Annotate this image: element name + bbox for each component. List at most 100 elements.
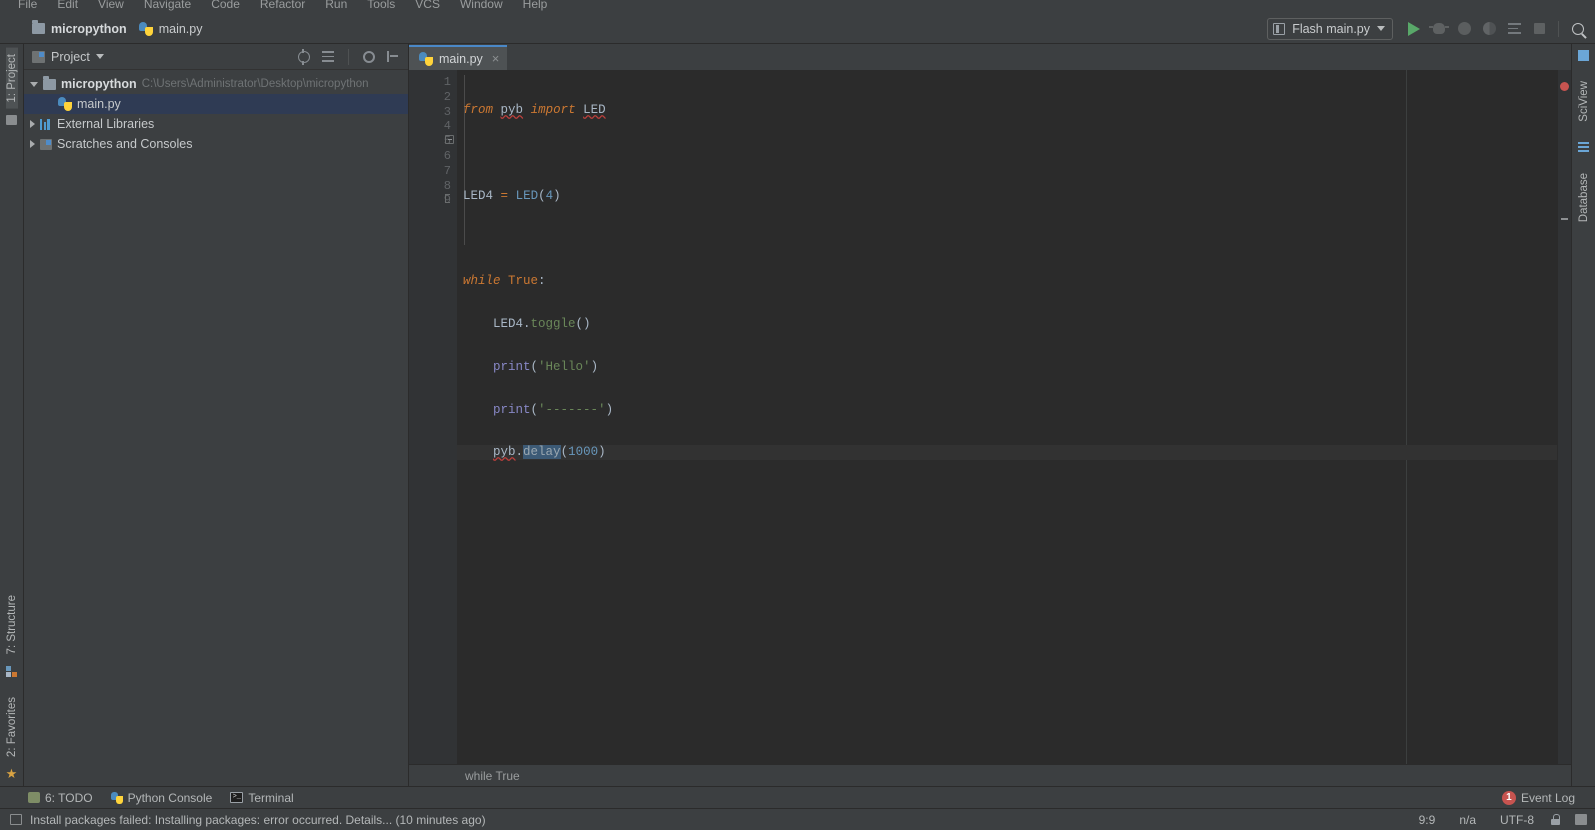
- editor-gutter[interactable]: 1 2 3 4 5 6 7 8 9: [409, 70, 457, 764]
- run-configuration-label: Flash main.py: [1292, 22, 1370, 36]
- star-icon: ★: [6, 767, 18, 780]
- project-view-chevron-down-icon[interactable]: [96, 54, 104, 59]
- code-line-9: pyb.delay(1000): [457, 445, 1557, 460]
- stop-button[interactable]: [1528, 18, 1550, 40]
- menu-item-edit[interactable]: Edit: [47, 0, 88, 11]
- lock-icon[interactable]: [1550, 814, 1561, 825]
- locate-file-button[interactable]: [295, 48, 313, 66]
- breadcrumb-file[interactable]: main.py: [133, 20, 209, 38]
- build-status-icon[interactable]: [1575, 814, 1587, 825]
- chevron-right-icon[interactable]: [30, 140, 35, 148]
- project-panel-header: Project: [24, 44, 408, 70]
- breadcrumb-project[interactable]: micropython: [26, 20, 133, 38]
- run-config-icon: [1273, 23, 1285, 35]
- event-log-button[interactable]: 1 Event Log: [1502, 791, 1595, 805]
- editor-tab-label: main.py: [439, 52, 483, 66]
- profile-button[interactable]: [1478, 18, 1500, 40]
- code-line-2: [457, 146, 1557, 161]
- search-everywhere-button[interactable]: [1567, 18, 1589, 40]
- tree-node-label: main.py: [77, 97, 121, 111]
- run-configuration-selector[interactable]: Flash main.py: [1267, 18, 1393, 40]
- menu-item-vcs[interactable]: VCS: [405, 0, 450, 11]
- line-number: 7: [409, 164, 457, 179]
- coverage-button[interactable]: [1453, 18, 1475, 40]
- line-number: 3: [409, 105, 457, 120]
- tool-window-todo[interactable]: 6: TODO: [28, 791, 93, 805]
- python-file-icon: [58, 97, 72, 111]
- error-indicator[interactable]: [1560, 82, 1569, 91]
- stop-icon: [1534, 23, 1545, 34]
- status-message[interactable]: Install packages failed: Installing pack…: [30, 813, 486, 827]
- todo-icon: [28, 792, 40, 803]
- editor-tab-main-py[interactable]: main.py ×: [409, 45, 507, 70]
- menu-item-window[interactable]: Window: [450, 0, 513, 11]
- sidebar-tab-structure[interactable]: 7: Structure: [6, 589, 18, 660]
- debug-button[interactable]: [1428, 18, 1450, 40]
- error-stripe-gutter[interactable]: [1557, 70, 1571, 764]
- code-line-1: from pyb import LED: [457, 103, 1557, 118]
- sciview-icon: [1578, 50, 1589, 61]
- fold-region-icon[interactable]: [445, 135, 454, 144]
- editor-breadcrumb-label[interactable]: while True: [465, 769, 520, 783]
- project-icon: [6, 115, 17, 125]
- menu-bar: File Edit View Navigate Code Refactor Ru…: [0, 0, 1595, 14]
- run-toolbar: [1403, 18, 1589, 40]
- tool-window-terminal[interactable]: >_ Terminal: [230, 791, 293, 805]
- code-line-3: LED4 = LED(4): [457, 189, 1557, 204]
- project-tree: micropython C:\Users\Administrator\Deskt…: [24, 70, 408, 786]
- sidebar-tab-sciview[interactable]: SciView: [1578, 75, 1590, 128]
- sidebar-tab-favorites[interactable]: 2: Favorites: [6, 691, 18, 763]
- libraries-icon: [40, 119, 52, 130]
- hide-panel-button[interactable]: [384, 48, 402, 66]
- code-line-6: LED4.toggle(): [457, 317, 1557, 332]
- menu-item-refactor[interactable]: Refactor: [250, 0, 315, 11]
- sidebar-tab-sciview-label: SciView: [1578, 81, 1590, 122]
- code-content: from pyb import LED LED4 = LED(4) while …: [457, 70, 1557, 488]
- editor-tab-bar: main.py ×: [409, 44, 1571, 70]
- chevron-right-icon[interactable]: [30, 120, 35, 128]
- locate-icon: [298, 51, 310, 63]
- code-editor[interactable]: from pyb import LED LED4 = LED(4) while …: [457, 70, 1557, 764]
- run-button[interactable]: [1403, 18, 1425, 40]
- project-settings-button[interactable]: [360, 48, 378, 66]
- breadcrumb-project-label: micropython: [51, 22, 127, 36]
- navigation-toolbar: micropython main.py Flash main.py: [0, 14, 1595, 44]
- left-strip-bottom: 7: Structure 2: Favorites ★: [0, 589, 23, 786]
- menu-item-navigate[interactable]: Navigate: [134, 0, 201, 11]
- left-tool-strip: 1: Project 7: Structure 2: Favorites ★: [0, 44, 24, 786]
- collapse-all-button[interactable]: [319, 48, 337, 66]
- right-tool-strip: SciView Database: [1571, 44, 1595, 786]
- bottom-tool-window-bar: 6: TODO Python Console >_ Terminal 1 Eve…: [0, 786, 1595, 808]
- line-separator[interactable]: n/a: [1451, 813, 1484, 827]
- sidebar-tab-database[interactable]: Database: [1578, 167, 1590, 228]
- status-bar: Install packages failed: Installing pack…: [0, 808, 1595, 830]
- structure-icon: [6, 666, 17, 677]
- close-icon[interactable]: ×: [492, 51, 500, 66]
- menu-item-view[interactable]: View: [88, 0, 134, 11]
- tool-window-python-console[interactable]: Python Console: [111, 791, 213, 805]
- caret-position[interactable]: 9:9: [1411, 813, 1444, 827]
- event-log-label: Event Log: [1521, 791, 1575, 805]
- file-encoding[interactable]: UTF-8: [1492, 813, 1542, 827]
- tree-node-external-libraries[interactable]: External Libraries: [24, 114, 408, 134]
- project-header-divider: [348, 49, 349, 65]
- editor-main: 1 2 3 4 5 6 7 8 9: [409, 70, 1571, 764]
- menu-item-run[interactable]: Run: [315, 0, 357, 11]
- tree-node-main-py[interactable]: main.py: [24, 94, 408, 114]
- scratches-icon: [40, 139, 52, 150]
- build-button[interactable]: [1503, 18, 1525, 40]
- folder-icon: [43, 79, 56, 90]
- tree-node-scratches-and-consoles[interactable]: Scratches and Consoles: [24, 134, 408, 154]
- editor-area: main.py × 1 2 3 4 5 6 7 8 9: [409, 44, 1571, 786]
- menu-item-help[interactable]: Help: [513, 0, 558, 11]
- menu-item-tools[interactable]: Tools: [357, 0, 405, 11]
- fold-end-icon[interactable]: [445, 194, 450, 203]
- tree-node-label: External Libraries: [57, 117, 154, 131]
- sidebar-tab-project[interactable]: 1: Project: [6, 48, 18, 109]
- tree-node-micropython[interactable]: micropython C:\Users\Administrator\Deskt…: [24, 74, 408, 94]
- menu-item-code[interactable]: Code: [201, 0, 250, 11]
- menu-item-file[interactable]: File: [8, 0, 47, 11]
- collapse-all-icon: [322, 51, 334, 62]
- sidebar-tab-project-label: 1: Project: [6, 54, 18, 103]
- chevron-down-icon[interactable]: [30, 82, 38, 87]
